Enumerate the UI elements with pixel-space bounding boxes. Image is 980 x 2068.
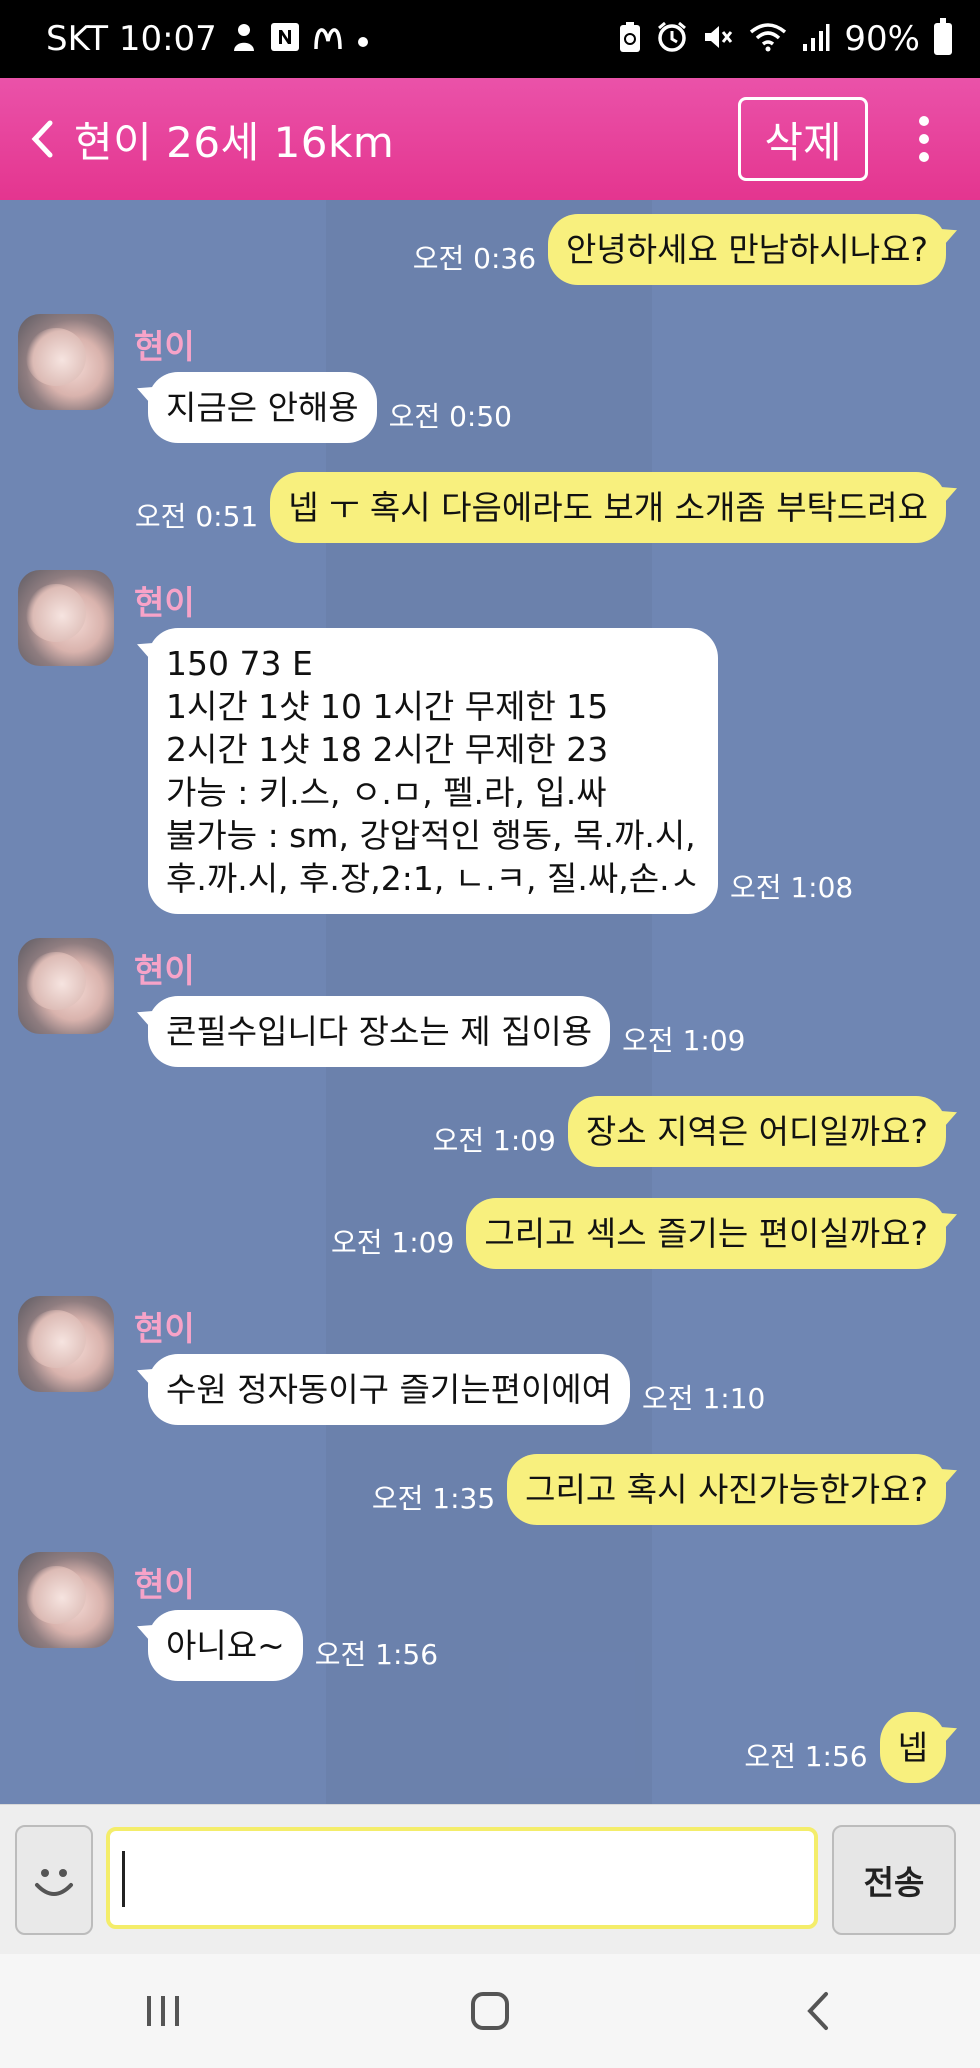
sender-name: 현이 xyxy=(134,327,195,366)
message-bubble[interactable]: 장소 지역은 어디일까요? xyxy=(567,1096,946,1167)
message-input[interactable] xyxy=(106,1827,818,1929)
delete-button[interactable]: 삭제 xyxy=(738,97,868,181)
message-bubble[interactable]: 안녕하세요 만남하시나요? xyxy=(548,214,946,285)
sent-message: 오전 0:36 안녕하세요 만남하시나요? xyxy=(401,214,946,285)
message-time: 오전 1:09 xyxy=(622,1024,746,1057)
message-time: 오전 1:09 xyxy=(331,1226,455,1259)
message-bubble[interactable]: 지금은 안해용 xyxy=(148,372,377,443)
mute-icon xyxy=(702,22,734,57)
more-options-icon[interactable] xyxy=(910,116,938,162)
received-message: 150 73 E 1시간 1샷 10 1시간 무제한 15 2시간 1샷 18 … xyxy=(148,628,865,914)
m-icon xyxy=(313,23,343,56)
message-bubble[interactable]: 150 73 E 1시간 1샷 10 1시간 무제한 15 2시간 1샷 18 … xyxy=(148,628,718,914)
input-bar: 전송 xyxy=(0,1804,980,1954)
sender-name: 현이 xyxy=(134,951,195,990)
message-bubble[interactable]: 콘필수입니다 장소는 제 집이용 xyxy=(148,996,611,1067)
message-time: 오전 1:35 xyxy=(371,1482,496,1515)
sent-message: 오전 1:35 그리고 혹시 사진가능한가요? xyxy=(360,1454,946,1525)
recents-icon[interactable] xyxy=(103,1971,223,2051)
avatar[interactable] xyxy=(18,938,114,1034)
avatar[interactable] xyxy=(18,1552,114,1648)
dot-icon xyxy=(357,25,369,53)
smiley-icon xyxy=(35,1869,73,1896)
status-bar: SKT 10:07 90% xyxy=(0,0,980,78)
message-bubble[interactable]: 수원 정자동이구 즐기는편이에여 xyxy=(148,1354,631,1425)
chat-header: 현이 26세 16km 삭제 xyxy=(0,78,980,200)
sent-message: 오전 0:51 넵 ㅜ 혹시 다음에라도 보개 소개좀 부탁드려요 xyxy=(123,472,946,543)
message-time: 오전 1:10 xyxy=(642,1382,766,1415)
sent-message: 오전 1:56 넵 xyxy=(732,1712,946,1783)
sender-name: 현이 xyxy=(134,583,195,622)
battery-percent: 90% xyxy=(844,19,920,59)
message-bubble[interactable]: 그리고 혹시 사진가능한가요? xyxy=(507,1454,946,1525)
message-time: 오전 1:08 xyxy=(729,871,854,904)
message-time: 오전 1:56 xyxy=(744,1740,868,1773)
sent-message: 오전 1:09 그리고 섹스 즐기는 편이실까요? xyxy=(319,1198,946,1269)
message-time: 오전 1:09 xyxy=(432,1124,556,1157)
battery-icon xyxy=(934,18,952,55)
received-message: 아니요~ 오전 1:56 xyxy=(148,1610,450,1681)
chat-area[interactable]: 오전 0:36 안녕하세요 만남하시나요? 현이 지금은 안해용 오전 0:50 오전 0… xyxy=(0,200,980,1804)
avatar[interactable] xyxy=(18,570,114,666)
person-icon xyxy=(231,22,257,57)
text-caret xyxy=(122,1851,125,1907)
message-bubble[interactable]: 아니요~ xyxy=(148,1610,303,1681)
chat-title: 현이 26세 16km xyxy=(74,117,395,167)
message-time: 오전 1:56 xyxy=(314,1638,439,1671)
back-icon[interactable] xyxy=(757,1971,877,2051)
signal-icon xyxy=(802,22,830,57)
emoji-button[interactable] xyxy=(15,1825,93,1935)
received-message: 수원 정자동이구 즐기는편이에여 오전 1:10 xyxy=(148,1354,777,1425)
received-message: 콘필수입니다 장소는 제 집이용 오전 1:09 xyxy=(148,996,757,1067)
message-bubble[interactable]: 넵 xyxy=(879,1712,946,1783)
send-button[interactable]: 전송 xyxy=(832,1825,956,1935)
alarm-icon xyxy=(656,21,688,58)
message-time: 오전 0:51 xyxy=(134,500,259,533)
back-arrow-icon[interactable] xyxy=(20,119,64,159)
wifi-icon xyxy=(748,22,788,57)
avatar[interactable] xyxy=(18,1296,114,1392)
home-icon[interactable] xyxy=(430,1971,550,2051)
sent-message: 오전 1:09 장소 지역은 어디일까요? xyxy=(421,1096,946,1167)
sender-name: 현이 xyxy=(134,1309,195,1348)
avatar[interactable] xyxy=(18,314,114,410)
recycle-icon xyxy=(618,21,642,58)
carrier-time: SKT 10:07 xyxy=(46,19,217,59)
message-bubble[interactable]: 그리고 섹스 즐기는 편이실까요? xyxy=(466,1198,946,1269)
n-icon xyxy=(270,22,299,56)
message-time: 오전 0:36 xyxy=(412,242,537,275)
system-nav-bar xyxy=(0,1954,980,2068)
sender-name: 현이 xyxy=(134,1565,195,1604)
message-time: 오전 0:50 xyxy=(388,400,512,433)
received-message: 지금은 안해용 오전 0:50 xyxy=(148,372,524,443)
message-bubble[interactable]: 넵 ㅜ 혹시 다음에라도 보개 소개좀 부탁드려요 xyxy=(270,472,946,543)
